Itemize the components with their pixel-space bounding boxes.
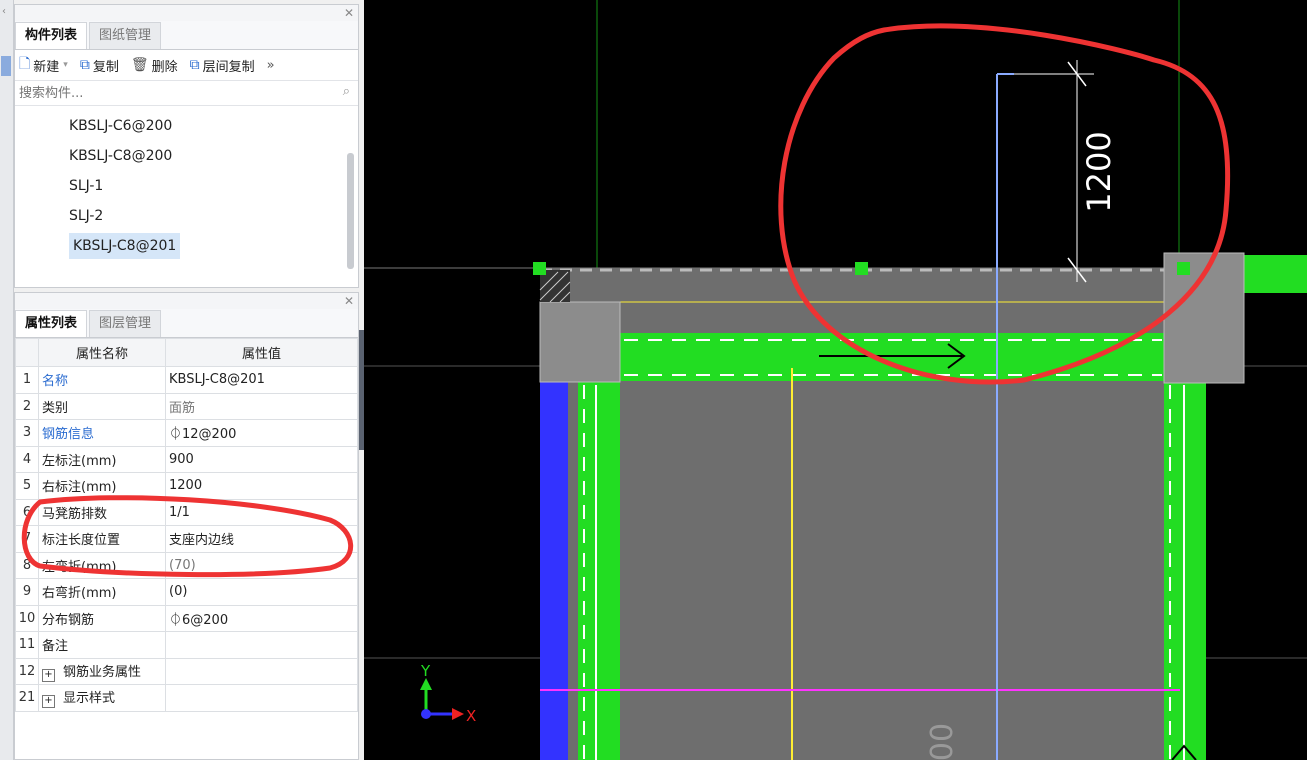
drawing-canvas[interactable]: 1200 00 Y X — [364, 0, 1307, 760]
right-extension-rebar[interactable] — [1244, 255, 1307, 293]
partial-dimension-label: 00 — [925, 723, 960, 760]
support-column-left[interactable] — [539, 301, 621, 383]
red-circle-annotation — [21, 495, 354, 578]
axis-y-label: Y — [420, 662, 431, 680]
dimension-label[interactable]: 1200 — [1080, 131, 1118, 212]
grip-point[interactable] — [1177, 262, 1190, 275]
grip-point[interactable] — [855, 262, 868, 275]
axis-x-label: X — [466, 707, 476, 725]
grip-point[interactable] — [533, 262, 546, 275]
cad-drawing[interactable]: 1200 00 Y X — [364, 0, 1307, 760]
annotation-overlay-left — [21, 495, 354, 578]
slab-edge-blue — [540, 380, 568, 760]
coordinate-axis-icon: Y X — [420, 662, 476, 725]
